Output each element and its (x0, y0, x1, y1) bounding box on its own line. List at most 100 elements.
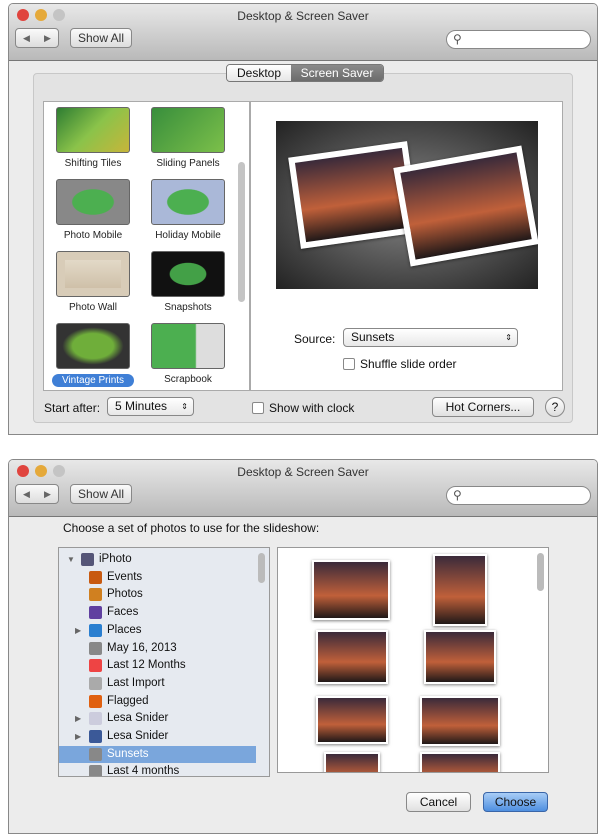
disclosure-triangle-icon[interactable]: ▼ (67, 551, 76, 568)
tab-desktop[interactable]: Desktop (227, 65, 291, 81)
source-label: Flagged (107, 694, 149, 707)
flickr-icon (89, 712, 102, 726)
globe-icon (89, 623, 102, 637)
cancel-button[interactable]: Cancel (406, 792, 471, 812)
search-icon: ⚲ (453, 32, 462, 46)
back-forward-buttons[interactable]: ◀ ▶ (15, 28, 59, 48)
photos-icon (89, 588, 102, 602)
source-item[interactable]: Faces (67, 604, 263, 621)
label-photo-wall: Photo Wall (69, 302, 117, 313)
source-value: Sunsets (351, 330, 395, 344)
source-label: iPhoto (99, 553, 132, 565)
window-title: Desktop & Screen Saver (237, 465, 369, 479)
back-icon[interactable]: ◀ (23, 489, 30, 500)
disclosure-triangle-icon[interactable]: ▶ (75, 710, 84, 727)
thumb-vintage-prints[interactable] (56, 323, 130, 369)
photo-thumbnail[interactable] (324, 752, 380, 772)
thumb-snapshots[interactable] (151, 251, 225, 297)
scrollbar[interactable] (238, 162, 245, 302)
thumb-photo-mobile[interactable] (56, 179, 130, 225)
title-bar: Desktop & Screen Saver ◀ ▶ Show All ⚲ (9, 4, 597, 61)
photo-thumbnail[interactable] (433, 554, 487, 626)
tab-screen-saver[interactable]: Screen Saver (291, 65, 383, 81)
tab-bar: Desktop Screen Saver (226, 64, 384, 82)
source-label: Lesa Snider (107, 712, 169, 725)
show-all-button[interactable]: Show All (70, 28, 132, 48)
start-after-value: 5 Minutes (115, 399, 168, 413)
search-input[interactable]: ⚲ (446, 30, 591, 49)
photo-thumbnail[interactable] (420, 752, 500, 772)
source-label: May 16, 2013 (107, 641, 177, 654)
photo-source-window: Desktop & Screen Saver ◀ ▶ Show All ⚲ Cho… (8, 459, 598, 834)
source-item[interactable]: ▼ iPhoto (67, 551, 263, 568)
checkbox-box (343, 358, 355, 370)
thumb-shifting-tiles[interactable] (56, 107, 130, 153)
window-title: Desktop & Screen Saver (237, 9, 369, 23)
thumb-scrapbook[interactable] (151, 323, 225, 369)
label-shifting-tiles: Shifting Tiles (64, 158, 122, 169)
label-vintage-prints: Vintage Prints (52, 374, 134, 387)
source-label: Last Import (107, 676, 165, 689)
source-item[interactable]: ▶ Places (67, 622, 263, 639)
photo-thumbnail[interactable] (424, 630, 496, 684)
source-item[interactable]: Last 12 Months (67, 657, 263, 674)
source-item[interactable]: Events (67, 569, 263, 586)
help-button[interactable]: ? (545, 397, 565, 417)
source-item[interactable]: May 16, 2013 (67, 640, 263, 657)
start-after-popup[interactable]: 5 Minutes ⇕ (107, 397, 194, 416)
album-icon (89, 765, 102, 776)
source-item[interactable]: Last Import (67, 675, 263, 692)
preview-photo (393, 145, 538, 267)
show-clock-label: Show with clock (269, 401, 355, 415)
source-label: Source: (294, 332, 336, 346)
label-scrapbook: Scrapbook (164, 374, 212, 385)
source-popup[interactable]: Sunsets ⇕ (343, 328, 518, 347)
photo-browser[interactable] (277, 547, 549, 773)
source-list[interactable]: ▼ iPhoto Events Photos Faces ▶ Places May 16, 2… (58, 547, 270, 777)
import-icon (89, 676, 102, 690)
disclosure-triangle-icon[interactable]: ▶ (75, 622, 84, 639)
forward-icon[interactable]: ▶ (44, 489, 51, 500)
source-item[interactable]: Sunsets (59, 745, 256, 763)
updown-arrows-icon: ⇕ (505, 333, 512, 342)
label-sliding-panels: Sliding Panels (156, 158, 220, 169)
label-holiday-mobile: Holiday Mobile (155, 230, 221, 241)
back-forward-buttons[interactable]: ◀ ▶ (15, 484, 59, 504)
shuffle-checkbox[interactable]: Shuffle slide order (343, 357, 457, 371)
source-label: Sunsets (107, 747, 149, 760)
scrollbar[interactable] (537, 553, 544, 591)
thumb-holiday-mobile[interactable] (151, 179, 225, 225)
search-input[interactable]: ⚲ (446, 486, 591, 505)
photo-thumbnail[interactable] (312, 560, 390, 620)
shuffle-label: Shuffle slide order (360, 357, 457, 371)
choose-button[interactable]: Choose (483, 792, 548, 812)
disclosure-triangle-icon[interactable]: ▶ (75, 728, 84, 745)
forward-icon[interactable]: ▶ (44, 33, 51, 44)
dialog-prompt: Choose a set of photos to use for the sl… (63, 521, 320, 535)
start-after-label: Start after: (44, 401, 101, 415)
screen-saver-window: Desktop & Screen Saver ◀ ▶ Show All ⚲ Des… (8, 3, 598, 435)
thumb-photo-wall[interactable] (56, 251, 130, 297)
source-item[interactable]: Last 4 months (67, 763, 263, 777)
photo-thumbnail[interactable] (316, 696, 388, 744)
show-clock-checkbox[interactable]: Show with clock (252, 401, 354, 415)
source-label: Faces (107, 606, 139, 619)
source-item[interactable]: ▶ Lesa Snider (67, 728, 263, 745)
source-item[interactable]: Photos (67, 586, 263, 603)
back-icon[interactable]: ◀ (23, 33, 30, 44)
show-all-button[interactable]: Show All (70, 484, 132, 504)
checkbox-box (252, 402, 264, 414)
screensaver-preview (276, 121, 538, 289)
source-item[interactable]: ▶ Lesa Snider (67, 710, 263, 727)
iphoto-icon (81, 553, 94, 566)
source-item[interactable]: Flagged (67, 693, 263, 710)
source-label: Last 4 months (107, 765, 180, 777)
thumb-sliding-panels[interactable] (151, 107, 225, 153)
album-icon (89, 747, 102, 761)
hot-corners-button[interactable]: Hot Corners... (432, 397, 534, 417)
label-photo-mobile: Photo Mobile (63, 230, 123, 241)
photo-thumbnail[interactable] (420, 696, 500, 746)
photo-thumbnail[interactable] (316, 630, 388, 684)
label-snapshots: Snapshots (164, 302, 212, 313)
screensaver-list[interactable]: Shifting Tiles Sliding Panels Photo Mobi… (43, 101, 250, 391)
